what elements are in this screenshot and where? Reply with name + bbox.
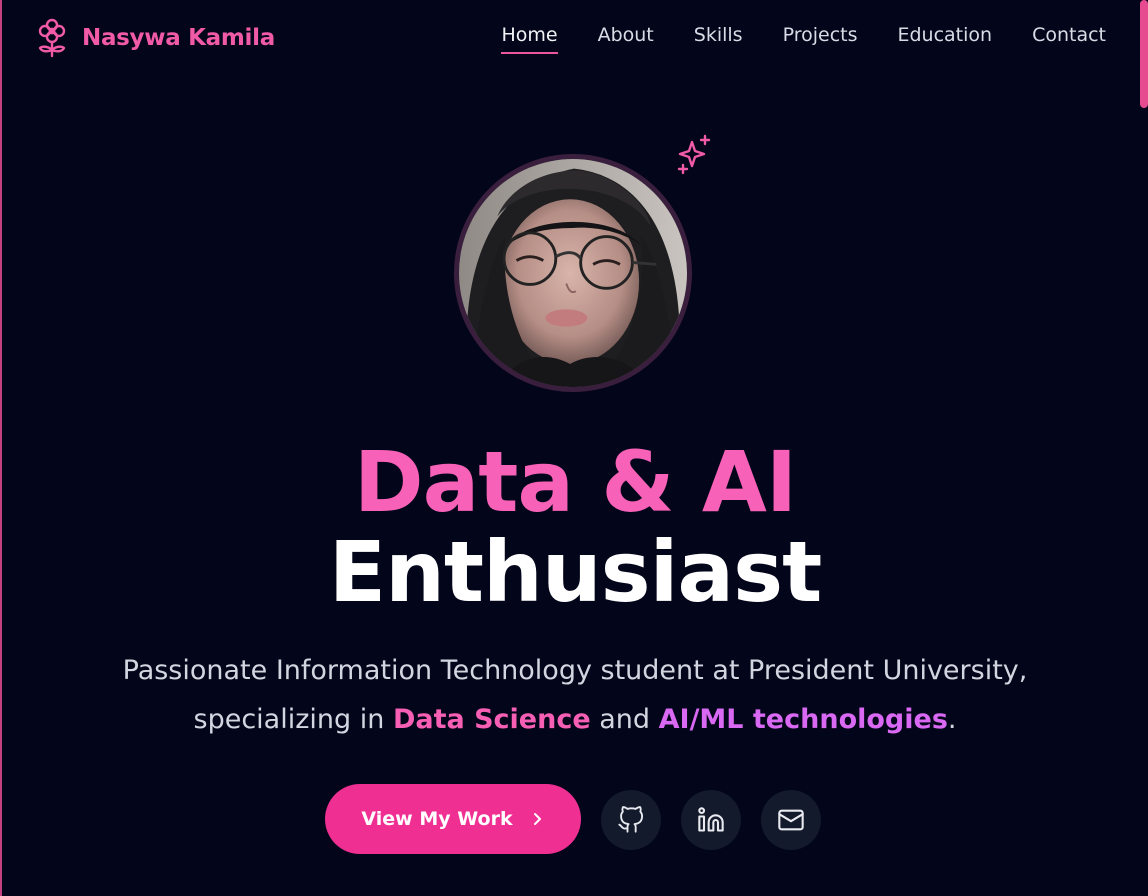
hero-tagline: Passionate Information Technology studen… — [62, 646, 1088, 744]
nav-link-about[interactable]: About — [598, 24, 654, 54]
brand-name: Nasywa Kamila — [82, 25, 275, 51]
profile-photo — [459, 159, 687, 387]
profile-avatar — [454, 154, 692, 392]
nav-link-education[interactable]: Education — [897, 24, 992, 54]
sparkle-icon — [677, 134, 711, 175]
linkedin-icon — [698, 807, 724, 832]
github-link[interactable] — [601, 790, 661, 850]
headline-primary: Data & AI — [353, 433, 797, 531]
flower-icon — [38, 18, 66, 58]
linkedin-link[interactable] — [681, 790, 741, 850]
tagline-period: . — [947, 704, 957, 735]
nav-link-home[interactable]: Home — [501, 24, 558, 54]
headline-secondary: Enthusiast — [328, 523, 823, 621]
view-my-work-button[interactable]: View My Work — [325, 784, 581, 854]
github-icon — [618, 806, 644, 833]
tagline-text-and: and — [590, 704, 659, 735]
tagline-highlight-ai-ml: AI/ML technologies — [658, 704, 948, 735]
view-my-work-label: View My Work — [361, 808, 513, 830]
nav-links: Home About Skills Projects Education Con… — [501, 24, 1106, 54]
nav-link-contact[interactable]: Contact — [1032, 24, 1106, 54]
tagline-highlight-data-science: Data Science — [392, 704, 591, 735]
chevron-right-icon — [533, 813, 541, 825]
nav-link-projects[interactable]: Projects — [783, 24, 858, 54]
nav-link-skills[interactable]: Skills — [694, 24, 743, 54]
email-link[interactable] — [761, 790, 821, 850]
top-navigation: Nasywa Kamila Home About Skills Projects… — [2, 0, 1142, 76]
page: Nasywa Kamila Home About Skills Projects… — [0, 0, 1148, 896]
mail-icon — [778, 809, 804, 831]
brand-logo-link[interactable]: Nasywa Kamila — [36, 18, 275, 58]
